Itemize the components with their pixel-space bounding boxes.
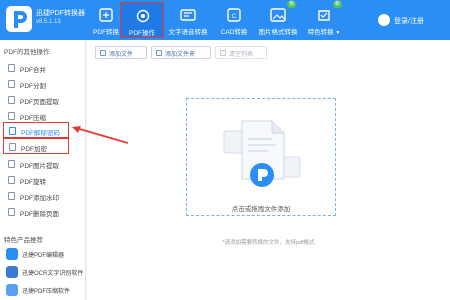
pdf-operate-icon bbox=[136, 9, 150, 23]
clear-list-button[interactable]: 清空列表 bbox=[215, 46, 267, 59]
pdf-convert-icon bbox=[99, 8, 113, 22]
sidebar-item-pdf-merge[interactable]: PDF合并 bbox=[0, 60, 86, 76]
file-icon bbox=[8, 112, 15, 120]
add-folder-icon bbox=[156, 50, 162, 56]
sidebar-item-pdf-delete-page[interactable]: PDF删除页面 bbox=[0, 204, 86, 220]
ocr-icon bbox=[6, 266, 18, 278]
new-badge: 新 bbox=[332, 1, 342, 8]
sidebar-item-pdf-rotate[interactable]: PDF旋转 bbox=[0, 172, 86, 188]
app-version: v8.5.1.13 bbox=[36, 19, 61, 25]
hot-badge: 热 bbox=[286, 1, 296, 8]
add-file-button[interactable]: 添加文件 bbox=[95, 46, 147, 59]
documents-illustration-icon bbox=[223, 120, 301, 187]
tab-text-speech[interactable]: 文字语音转换 bbox=[166, 2, 210, 38]
sidebar-section-title: PDF的其他操作 bbox=[4, 49, 50, 56]
tab-pdf-operate[interactable]: PDF操作 bbox=[120, 2, 164, 38]
add-file-icon bbox=[100, 50, 106, 56]
sidebar-item-pdf-split[interactable]: PDF分割 bbox=[0, 76, 86, 92]
tab-label: 文字语音转换 bbox=[168, 29, 208, 36]
product-ocr[interactable]: 迅捷OCR文字识别软件 bbox=[4, 264, 86, 280]
top-toolbar: 迅捷PDF转换器 v8.5.1.13 PDF转换 PDF操作 文字语音转换 C … bbox=[0, 0, 450, 40]
text-speech-icon bbox=[180, 9, 196, 21]
sidebar-item-pdf-page-extract[interactable]: PDF页面提取 bbox=[0, 92, 86, 108]
sidebar-item-pdf-image-extract[interactable]: PDF图片提取 bbox=[0, 156, 86, 172]
format-hint: *请添加需要转换的文件，支持pdf格式 bbox=[222, 240, 315, 246]
product-pdf-compress[interactable]: 迅捷PDF压缩软件 bbox=[4, 282, 86, 298]
main-panel: 添加文件 添加文件夹 清空列表 点击或拖拽文件添加 *请添加需要转换的文件，支持… bbox=[87, 40, 450, 300]
sidebar-item-pdf-remove-password[interactable]: PDF解除密码 bbox=[3, 122, 69, 138]
pdf-editor-icon bbox=[6, 248, 18, 260]
drop-zone-label: 点击或拖拽文件添加 bbox=[231, 206, 291, 213]
file-icon bbox=[8, 64, 15, 72]
image-icon bbox=[8, 160, 15, 168]
sidebar-item-pdf-watermark[interactable]: PDF添加水印 bbox=[0, 188, 86, 204]
sidebar-item-pdf-encrypt[interactable]: PDF加密 bbox=[3, 138, 69, 154]
trash-icon bbox=[220, 50, 226, 56]
tab-label: CAD转换 bbox=[220, 29, 248, 36]
login-label: 登录/注册 bbox=[394, 18, 424, 25]
tab-special-convert[interactable]: 特色转换 ▼ 新 bbox=[302, 1, 346, 38]
rotate-icon bbox=[8, 176, 15, 184]
tab-label: 特色转换 ▼ bbox=[307, 29, 341, 36]
compress-icon bbox=[6, 284, 18, 296]
add-folder-button[interactable]: 添加文件夹 bbox=[151, 46, 211, 59]
cad-icon: C bbox=[227, 8, 241, 22]
app-logo-icon bbox=[6, 6, 32, 32]
delete-page-icon bbox=[8, 208, 15, 216]
products-section-title: 特色产品推荐 bbox=[4, 237, 43, 244]
sidebar: PDF的其他操作 PDF合并 PDF分割 PDF页面提取 PDF压缩 PDF解除… bbox=[0, 40, 86, 300]
lock-icon bbox=[9, 143, 16, 151]
tab-image-format[interactable]: 图片格式转换 热 bbox=[256, 1, 300, 38]
app-title: 迅捷PDF转换器 bbox=[36, 10, 85, 17]
svg-text:C: C bbox=[232, 14, 237, 20]
chevron-down-icon: ▼ bbox=[335, 30, 341, 36]
tab-cad-convert[interactable]: C CAD转换 bbox=[212, 2, 256, 38]
file-drop-zone[interactable]: 点击或拖拽文件添加 bbox=[186, 98, 336, 216]
special-convert-icon bbox=[318, 10, 330, 21]
tab-label: 图片格式转换 bbox=[258, 29, 298, 36]
user-avatar-icon bbox=[378, 14, 390, 26]
product-pdf-editor[interactable]: 迅捷PDF编辑器 bbox=[4, 246, 86, 262]
image-format-icon bbox=[270, 8, 286, 22]
file-icon bbox=[8, 80, 15, 88]
unlock-icon bbox=[9, 127, 16, 135]
tab-label: PDF操作 bbox=[129, 30, 155, 37]
watermark-icon bbox=[8, 192, 15, 200]
file-icon bbox=[8, 96, 15, 104]
